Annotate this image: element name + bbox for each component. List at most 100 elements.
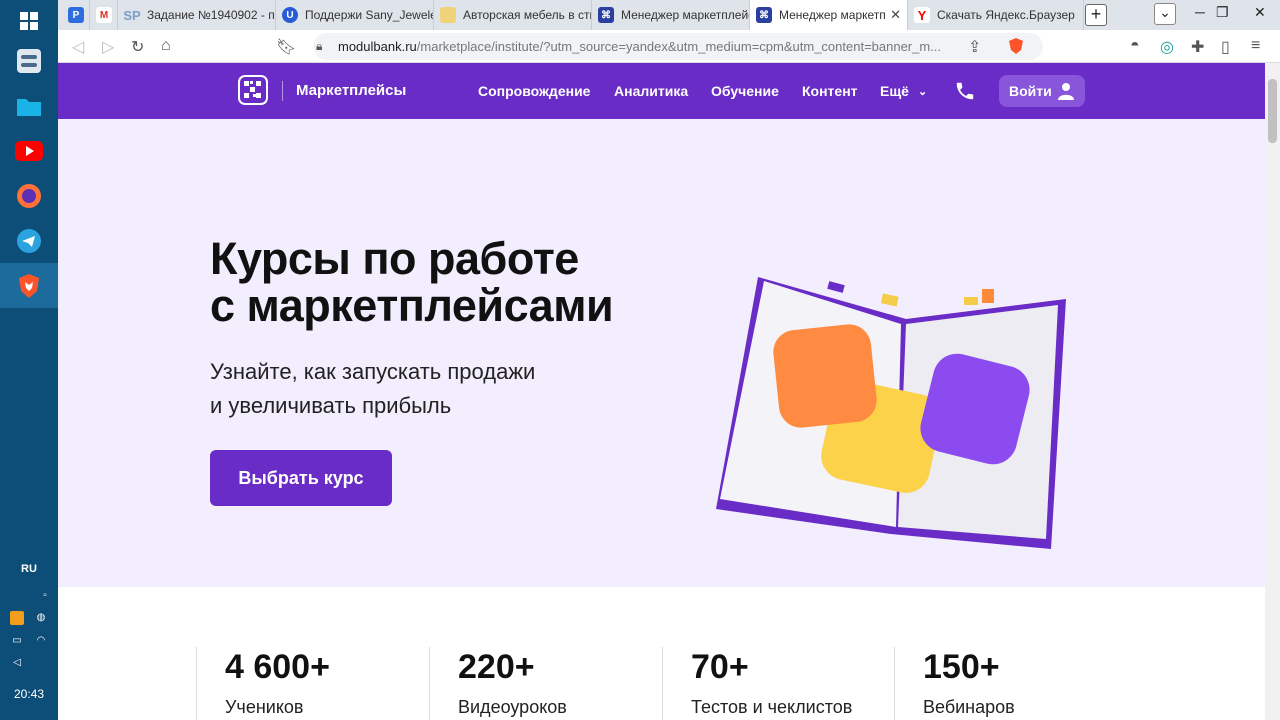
url-path: /marketplace/institute/?utm_source=yande… [416,39,942,54]
browser-tab[interactable]: SP Задание №1940902 - пр [118,0,276,30]
close-tab-icon[interactable]: ✕ [890,7,901,23]
tab-label: Задание №1940902 - пр [147,8,276,22]
user-icon [1057,82,1075,103]
browser-toolbar: ◁ ▷ ↻ ⌂ 🔖︎ 🔒︎ modulbank.ru/marketplace/i… [58,30,1280,63]
login-button[interactable]: Войти [999,75,1085,107]
clock[interactable]: 20:43 [0,687,58,701]
browser-tab[interactable]: ⌘ Менеджер маркетплейс [592,0,750,30]
home-icon[interactable]: ⌂ [161,37,171,55]
start-icon[interactable] [14,6,44,36]
modulbank-favicon-icon: ⌘ [598,7,614,23]
choose-course-button[interactable]: Выбрать курс [210,450,392,506]
yandex-icon: Y [914,7,930,23]
stat-label: Вебинаров [923,697,1015,717]
menu-icon[interactable]: ≡ [1251,37,1260,55]
stat-item: 70+ Тестов и чеклистов [662,647,895,720]
hero-subtitle-line: Узнайте, как запускать продажи [210,359,536,384]
nav-item-support[interactable]: Сопровождение [478,83,590,99]
tray-expand-icon[interactable]: ▫ [38,589,52,603]
stat-label: Тестов и чеклистов [691,697,853,717]
hero-title-line: Курсы по работе [210,233,579,284]
firefox-icon[interactable] [14,181,44,211]
youtube-icon[interactable] [14,136,44,166]
modulbank-logo-icon[interactable] [238,75,268,105]
browser-tab[interactable]: Авторская мебель в сти [434,0,592,30]
tab-label: Менеджер маркетп [779,8,886,22]
page-scrollbar[interactable] [1265,63,1280,720]
restore-icon[interactable]: ❐ [1216,4,1229,21]
incognito-icon[interactable]: ◓ [1130,37,1140,55]
browser-tab[interactable]: M [90,0,118,30]
nav-item-education[interactable]: Обучение [711,83,779,99]
stat-item: 4 600+ Учеников [196,647,429,720]
stat-number: 220+ [458,648,535,686]
back-icon[interactable]: ◁ [72,37,84,57]
tab-label: Менеджер маркетплейс [621,8,750,22]
reload-icon[interactable]: ↻ [131,37,144,57]
file-explorer-icon[interactable] [14,91,44,121]
new-tab-button[interactable]: + [1085,4,1107,26]
phone-icon[interactable] [954,80,976,102]
stat-number: 70+ [691,648,749,686]
hero-title: Курсы по работе с маркетплейсами [210,233,614,331]
stat-item: 220+ Видеоуроков [429,647,662,720]
share-icon[interactable]: ⇪ [968,37,981,57]
brave-shields-icon[interactable] [1008,37,1024,60]
forward-icon[interactable]: ▷ [102,37,114,57]
extensions-icon[interactable]: ✚ [1191,37,1204,57]
url-text[interactable]: modulbank.ru/marketplace/institute/?utm_… [338,39,941,54]
stat-number: 150+ [923,648,1000,686]
tab-search-icon[interactable]: ⌄ [1154,3,1176,25]
tray-app-icon[interactable] [10,611,24,625]
tab-label: Поддержи Sany_Jeweler [305,8,434,22]
stat-label: Видеоуроков [458,697,567,717]
scrollbar-thumb[interactable] [1268,79,1277,143]
tab-label: Авторская мебель в сти [463,8,592,22]
language-indicator[interactable]: RU [0,563,58,575]
hero-subtitle-line: и увеличивать прибыль [210,393,452,418]
minimize-icon[interactable]: ─ [1195,4,1205,20]
hero-subtitle: Узнайте, как запускать продажи и увеличи… [210,355,535,423]
nav-item-content[interactable]: Контент [802,83,858,99]
vpn-icon[interactable]: ◎ [1160,37,1174,57]
lock-icon[interactable]: 🔒︎ [316,39,322,54]
stat-item: 150+ Вебинаров [894,647,1127,720]
volume-icon[interactable]: ◁ [10,656,24,670]
bookmark-icon[interactable]: 🔖︎ [276,37,296,57]
url-host: modulbank.ru [338,39,417,54]
close-window-icon[interactable]: ✕ [1254,4,1266,21]
browser-tab-bar: P M SP Задание №1940902 - пр U Поддержи … [58,0,1280,30]
browser-tab-active[interactable]: ⌘ Менеджер маркетп ✕ [750,0,908,30]
tab-label: Скачать Яндекс.Браузер [937,8,1075,22]
battery-icon[interactable]: ▭ [10,634,24,648]
tab-favicon-icon [440,7,456,23]
tray-globe-icon[interactable]: ◍ [34,611,48,625]
book-illustration [716,277,1066,549]
os-taskbar: RU ▫ ◍ ▭ ◠ ◁ 20:43 [0,0,58,720]
control-panel-icon[interactable] [14,46,44,76]
hero-title-line: с маркетплейсами [210,280,614,331]
login-label: Войти [1009,83,1052,99]
browser-tab[interactable]: P [62,0,90,30]
browser-tab[interactable]: U Поддержи Sany_Jeweler [276,0,434,30]
modulbank-favicon-icon: ⌘ [756,7,772,23]
nav-item-analytics[interactable]: Аналитика [614,83,688,99]
gmail-icon: M [96,7,112,23]
telegram-icon[interactable] [14,226,44,256]
stats-section: 4 600+ Учеников 220+ Видеоуроков 70+ Тес… [58,587,1265,720]
web-page: Маркетплейсы Сопровождение Аналитика Обу… [58,63,1265,720]
stat-label: Учеников [225,697,304,717]
sidebar-icon[interactable]: ▯ [1221,37,1230,57]
logo-divider [282,81,283,101]
wifi-icon[interactable]: ◠ [34,634,48,648]
nav-item-more[interactable]: Ещё [880,83,909,99]
browser-tab[interactable]: Y Скачать Яндекс.Браузер [908,0,1084,30]
stat-number: 4 600+ [225,648,330,686]
brave-icon[interactable] [14,271,44,301]
chevron-down-icon[interactable]: ⌄ [918,85,927,98]
tab-favicon-icon: P [68,7,84,23]
brand-label[interactable]: Маркетплейсы [296,82,406,99]
tab-favicon-icon: U [282,7,298,23]
site-header: Маркетплейсы Сопровождение Аналитика Обу… [58,63,1265,119]
tab-favicon-icon: SP [123,7,141,23]
